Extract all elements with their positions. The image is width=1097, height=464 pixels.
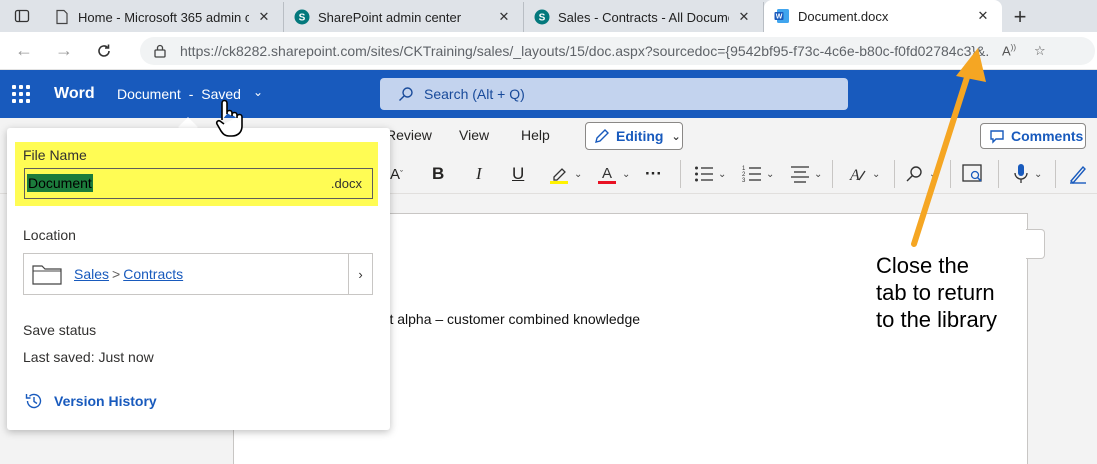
annotation-line: Close the (876, 253, 969, 278)
word-icon: W (774, 9, 789, 23)
lock-icon[interactable] (154, 44, 166, 58)
close-tab-icon[interactable]: ✕ (735, 9, 753, 25)
location-breadcrumb: Sales > Contracts (74, 266, 183, 282)
tab-review[interactable]: Review (386, 127, 432, 143)
tab-help[interactable]: Help (521, 127, 550, 143)
comment-icon (990, 130, 1004, 144)
breadcrumb-separator: > (112, 266, 121, 282)
search-icon (399, 87, 413, 101)
annotation-note: Close the tab to return to the library (876, 252, 997, 333)
hand-cursor-icon (215, 99, 243, 137)
file-name-label: File Name (23, 147, 87, 163)
save-status-label: Save status (23, 322, 97, 338)
tab-title: Sales - Contracts - All Documents (558, 9, 729, 25)
favorites-icon[interactable]: ☆ (1034, 43, 1046, 59)
search-input[interactable]: Search (Alt + Q) (380, 78, 848, 110)
sharepoint-icon: S (534, 9, 550, 25)
dictate-icon[interactable]: ⌄ (1012, 163, 1042, 185)
svg-text:A: A (602, 165, 612, 182)
folder-icon (32, 265, 62, 285)
comments-label: Comments (1011, 128, 1084, 144)
decrease-font-icon[interactable]: Aˇ (390, 163, 403, 185)
version-history-link[interactable]: Version History (24, 391, 157, 411)
new-tab-icon[interactable]: + (1002, 2, 1038, 32)
underline-icon[interactable]: U (512, 163, 524, 185)
toolbar-divider (894, 160, 895, 188)
history-icon (25, 393, 42, 409)
tab-title: SharePoint admin center (318, 9, 462, 25)
file-name-value: Document (27, 174, 93, 192)
version-history-label: Version History (54, 393, 157, 409)
back-icon[interactable]: ← (4, 32, 44, 70)
toolbar-divider (950, 160, 951, 188)
location-label: Location (23, 227, 76, 243)
read-aloud-icon[interactable]: A)) (1002, 43, 1016, 58)
last-saved-text: Last saved: Just now (23, 349, 154, 365)
chevron-down-icon[interactable]: ⌄ (253, 85, 263, 99)
tab-view[interactable]: View (459, 127, 489, 143)
chevron-down-icon: ⌄ (671, 130, 681, 143)
bold-icon[interactable]: B (432, 163, 444, 185)
forward-icon[interactable]: → (44, 32, 84, 70)
pencil-icon (595, 129, 609, 143)
url-field[interactable]: https://ck8282.sharepoint.com/sites/CKTr… (140, 37, 1095, 65)
tab-actions-icon[interactable] (0, 0, 44, 32)
editing-label: Editing (616, 128, 664, 144)
bullets-icon[interactable]: ⌄ (694, 163, 726, 185)
location-picker[interactable]: Sales > Contracts › (23, 253, 373, 295)
numbering-icon[interactable]: 1 2 3 ⌄ (742, 163, 774, 185)
page-icon (56, 9, 68, 25)
annotation-line: tab to return (876, 280, 995, 305)
search-placeholder: Search (Alt + Q) (424, 86, 525, 102)
tab-title: Home - Microsoft 365 admin center (78, 9, 249, 25)
doc-title: Document (117, 86, 181, 102)
location-link-contracts[interactable]: Contracts (123, 266, 183, 282)
browser-tab-document[interactable]: W Document.docx ✕ (764, 0, 1002, 32)
sharepoint-icon: S (294, 9, 310, 25)
highlight-icon[interactable]: ⌄ (548, 163, 582, 185)
file-info-flyout: File Name Document .docx Location Sales >… (7, 128, 390, 430)
editing-mode-button[interactable]: Editing ⌄ (585, 122, 683, 150)
browser-tab-sales-contracts[interactable]: S Sales - Contracts - All Documents ✕ (524, 2, 764, 32)
svg-text:3: 3 (742, 178, 746, 183)
file-name-field[interactable]: Document .docx (24, 168, 373, 199)
title-separator: - (188, 86, 194, 102)
comments-button[interactable]: Comments (980, 123, 1086, 149)
browser-tab-sharepoint-admin[interactable]: S SharePoint admin center ✕ (284, 2, 524, 32)
address-bar-row: ← → https://ck8282.sharepoint.com/sites/… (0, 32, 1097, 70)
toolbar-divider (680, 160, 681, 188)
svg-text:W: W (776, 14, 783, 21)
close-tab-icon[interactable]: ✕ (255, 9, 273, 25)
close-tab-icon[interactable]: ✕ (495, 9, 513, 25)
word-header: Word Document - Saved ⌄ Search (Alt + Q) (0, 70, 1097, 118)
font-color-icon[interactable]: A ⌄ (596, 163, 630, 185)
close-tab-icon[interactable]: ✕ (974, 8, 992, 24)
tab-title: Document.docx (798, 8, 889, 24)
find-icon[interactable]: ⌄ (905, 163, 937, 185)
page-side-tab (1026, 229, 1045, 259)
editor-icon[interactable] (962, 163, 984, 185)
more-options-icon[interactable]: ··· (645, 163, 662, 185)
toolbar-divider (1055, 160, 1056, 188)
document-body-text[interactable]: ract alpha – customer combined knowledge (370, 311, 640, 327)
svg-text:S: S (539, 13, 546, 24)
align-icon[interactable]: ⌄ (790, 163, 822, 185)
svg-text:S: S (299, 13, 306, 24)
browser-tab-m365-admin[interactable]: Home - Microsoft 365 admin center ✕ (44, 2, 284, 32)
designer-icon[interactable] (1068, 163, 1088, 185)
app-name[interactable]: Word (54, 85, 95, 103)
refresh-icon[interactable] (84, 32, 124, 70)
location-link-sales[interactable]: Sales (74, 266, 109, 282)
svg-text:A: A (849, 167, 860, 184)
chevron-right-icon[interactable]: › (348, 254, 372, 294)
file-extension: .docx (330, 176, 362, 191)
url-text: https://ck8282.sharepoint.com/sites/CKTr… (180, 43, 990, 59)
styles-icon[interactable]: A ⌄ (848, 163, 880, 185)
app-launcher-icon[interactable] (12, 85, 30, 103)
toolbar-divider (832, 160, 833, 188)
browser-tab-strip: Home - Microsoft 365 admin center ✕ S Sh… (0, 0, 1097, 32)
annotation-line: to the library (876, 307, 998, 332)
italic-icon[interactable]: I (476, 163, 482, 185)
toolbar-divider (998, 160, 999, 188)
